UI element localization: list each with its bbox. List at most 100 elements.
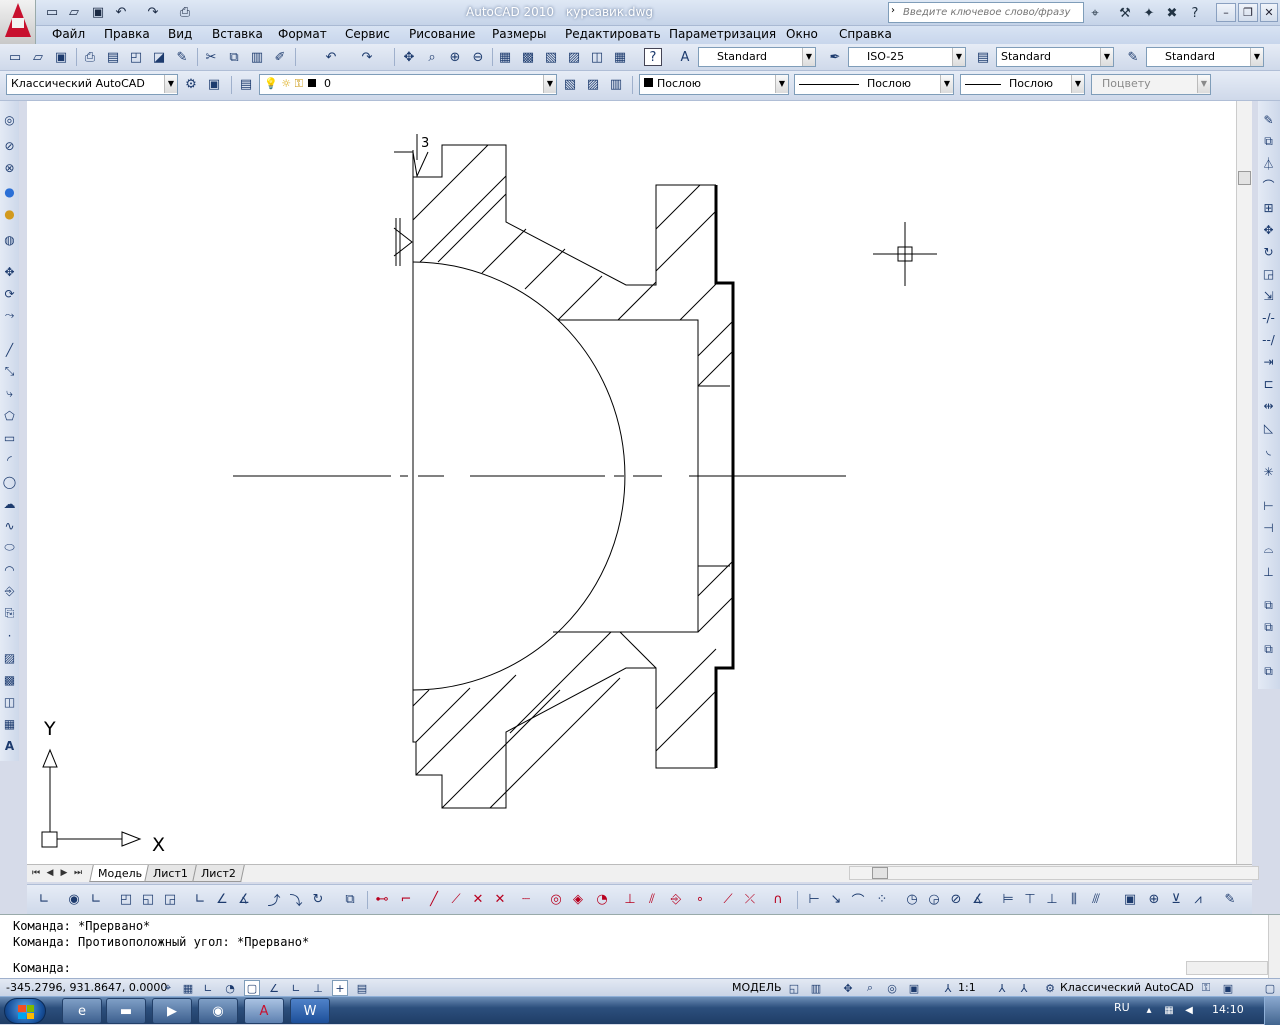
- table-style-select[interactable]: Standard ▼: [996, 47, 1114, 67]
- move-3d-icon[interactable]: ✥: [1, 263, 18, 280]
- ucs-y-icon[interactable]: ⤵: [287, 890, 305, 909]
- quick-view-layouts-icon[interactable]: ◱: [786, 980, 802, 996]
- tab-layout1[interactable]: Лист1: [144, 865, 197, 882]
- open-icon[interactable]: ▱: [29, 48, 47, 66]
- clean-screen-icon[interactable]: ▢: [1262, 980, 1278, 996]
- ucs-apply-icon[interactable]: ⧉: [341, 890, 359, 908]
- snap-apparent-icon[interactable]: ✕: [491, 890, 509, 908]
- lock-icon[interactable]: ⚿: [1198, 980, 1214, 996]
- tool-palettes-icon[interactable]: ▧: [542, 48, 560, 66]
- print-icon[interactable]: ⎙: [177, 4, 193, 20]
- pan-icon[interactable]: ✥: [400, 48, 418, 66]
- command-vscroll[interactable]: [1268, 915, 1280, 979]
- paste-icon[interactable]: ▥: [248, 48, 266, 66]
- make-current-icon[interactable]: ▧: [561, 75, 579, 93]
- table-icon[interactable]: ▦: [1, 715, 18, 732]
- mtext-icon[interactable]: A: [1, 737, 18, 754]
- color-select[interactable]: Послою ▼: [639, 74, 789, 95]
- explorer-icon[interactable]: ▬: [106, 998, 146, 1024]
- workspace-gear-icon[interactable]: ⚙: [1042, 980, 1058, 996]
- dim-aligned-icon[interactable]: ↘: [827, 890, 845, 908]
- polygon-icon[interactable]: ⬠: [1, 407, 18, 424]
- new-file-icon[interactable]: ▭: [44, 4, 60, 20]
- workspace-label[interactable]: Классический AutoCAD: [1060, 981, 1194, 994]
- ucs-z-icon[interactable]: ↻: [309, 890, 327, 908]
- ortho-icon[interactable]: ∟: [200, 980, 216, 996]
- network-icon[interactable]: ▦: [1162, 1003, 1176, 1017]
- chamfer-icon[interactable]: ◺: [1260, 419, 1277, 436]
- last-tab-icon[interactable]: ⏭: [73, 868, 83, 879]
- snap-extension-icon[interactable]: ┈: [517, 890, 535, 908]
- scale-icon[interactable]: ◲: [1260, 265, 1277, 282]
- workspace-select[interactable]: Классический AutoCAD ▼: [6, 74, 178, 95]
- chrome-icon[interactable]: ◉: [198, 998, 238, 1024]
- design-center-icon[interactable]: ▩: [519, 48, 537, 66]
- menu-view[interactable]: Вид: [166, 27, 194, 41]
- rotate-3d-icon[interactable]: ⟳: [1, 285, 18, 302]
- zoom-realtime-icon[interactable]: ⌕: [423, 48, 441, 66]
- pan-icon[interactable]: ✥: [840, 980, 856, 996]
- menu-help[interactable]: Справка: [837, 27, 894, 41]
- ucs-icon[interactable]: ∟: [35, 890, 53, 908]
- redo-icon[interactable]: ↷: [358, 48, 376, 66]
- dim-style-select[interactable]: ISO-25 ▼: [848, 47, 966, 67]
- mleader-style-select[interactable]: Standard ▼: [1146, 47, 1264, 67]
- sheet-set-icon[interactable]: ▨: [565, 48, 583, 66]
- tab-layout2[interactable]: Лист2: [192, 865, 245, 882]
- menu-insert[interactable]: Вставка: [210, 27, 265, 41]
- media-player-icon[interactable]: ▶: [152, 998, 192, 1024]
- star-icon[interactable]: ✦: [1140, 4, 1158, 22]
- dim-linear-icon[interactable]: ⊢: [805, 890, 823, 908]
- rectangle-icon[interactable]: ▭: [1, 429, 18, 446]
- qp-icon[interactable]: ▤: [354, 980, 370, 996]
- dim-edit-icon[interactable]: ✎: [1221, 890, 1239, 908]
- ie-icon[interactable]: e: [62, 998, 102, 1024]
- menu-edit[interactable]: Правка: [102, 27, 152, 41]
- first-tab-icon[interactable]: ⏮: [31, 868, 41, 879]
- word-icon[interactable]: W: [290, 998, 330, 1024]
- snap-insert-icon[interactable]: ⎆: [667, 890, 685, 908]
- help-icon[interactable]: ?: [644, 48, 662, 66]
- dim-break-icon[interactable]: ⫻: [1087, 890, 1105, 908]
- stretch-icon[interactable]: ⇲: [1260, 287, 1277, 304]
- dim-baseline-icon[interactable]: ⊤: [1021, 890, 1039, 908]
- menu-modify[interactable]: Редактировать: [563, 27, 663, 41]
- snap-tangent-icon[interactable]: ◔: [593, 890, 611, 908]
- showmotion-icon[interactable]: ▣: [906, 980, 922, 996]
- markup-icon[interactable]: ◫: [588, 48, 606, 66]
- ucs-world-icon[interactable]: ◉: [65, 890, 83, 908]
- arc-icon[interactable]: ◜: [1, 451, 18, 468]
- snap-from-icon[interactable]: ⌐: [397, 890, 415, 908]
- text-style-select[interactable]: Standard ▼: [698, 47, 816, 67]
- snap-node-icon[interactable]: ∘: [691, 890, 709, 908]
- align-3d-icon[interactable]: ⤳: [1, 307, 18, 324]
- otrack-icon[interactable]: ∠: [266, 980, 282, 996]
- customize-icon[interactable]: ▣: [205, 75, 223, 93]
- undo-icon[interactable]: ↶: [322, 48, 340, 66]
- layer-states-icon[interactable]: ▥: [607, 75, 625, 93]
- plot-icon[interactable]: ⎙: [81, 48, 99, 66]
- tools-icon[interactable]: ⚒: [1116, 4, 1134, 22]
- dim-continue-icon[interactable]: ⊥: [1043, 890, 1061, 908]
- search-input[interactable]: [903, 4, 1081, 21]
- mirror-icon[interactable]: ⏃: [1260, 155, 1277, 172]
- 3d-print-icon[interactable]: ◪: [150, 48, 168, 66]
- insert-block-icon[interactable]: ⎆: [1, 583, 18, 600]
- camera-icon[interactable]: ◍: [1, 231, 18, 248]
- ucs-face-icon[interactable]: ◰: [117, 890, 135, 908]
- binoculars-icon[interactable]: ⌖: [1086, 4, 1104, 22]
- draw-order-under-icon[interactable]: ⧉: [1260, 663, 1277, 680]
- ucs-previous-icon[interactable]: ∟: [87, 890, 105, 908]
- trim-icon[interactable]: -/-: [1260, 309, 1277, 326]
- 3d-orbit-icon[interactable]: ◎: [1, 111, 18, 128]
- etransmit-icon[interactable]: ✎: [173, 48, 191, 66]
- copy-icon[interactable]: ⧉: [225, 48, 243, 66]
- jogged-linear-icon[interactable]: ⩘: [1189, 890, 1207, 908]
- redo-icon[interactable]: ↷: [145, 4, 161, 20]
- application-menu-button[interactable]: [0, 0, 36, 44]
- new-icon[interactable]: ▭: [6, 48, 24, 66]
- ucs-object-icon[interactable]: ◱: [139, 890, 157, 908]
- offset-icon[interactable]: ⌒: [1260, 177, 1277, 194]
- start-button[interactable]: [4, 998, 46, 1024]
- dim-arc-length-icon[interactable]: ⌒: [849, 890, 867, 909]
